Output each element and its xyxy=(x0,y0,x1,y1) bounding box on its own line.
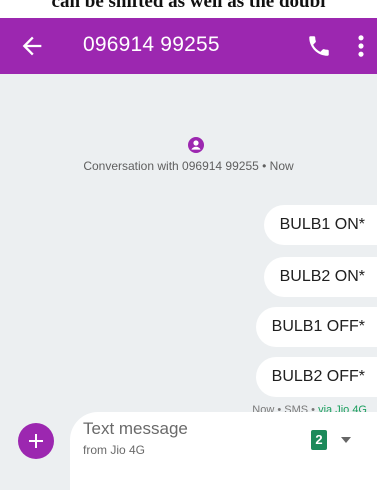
conversation-area[interactable]: Conversation with 096914 99255 • Now BUL… xyxy=(0,74,377,490)
top-caption-strip: can be shifted as well as the doubl xyxy=(0,0,377,18)
add-attachment-button[interactable] xyxy=(18,423,54,459)
sim-card-icon[interactable]: 2 xyxy=(311,430,327,450)
more-vert-icon[interactable] xyxy=(353,32,369,60)
phone-icon[interactable] xyxy=(306,33,332,59)
conversation-title: 096914 99255 xyxy=(83,33,220,56)
sim-source-label: from Jio 4G xyxy=(83,443,146,457)
message-bubble[interactable]: BULB1 ON* xyxy=(263,205,377,245)
caption-fragment: can be shifted as well as the doubl xyxy=(51,0,326,12)
arrow-left-icon[interactable] xyxy=(18,32,46,60)
compose-box[interactable]: from Jio 4G 2 xyxy=(70,412,377,490)
conversation-info: Conversation with 096914 99255 • Now xyxy=(83,159,294,173)
app-bar: 096914 99255 xyxy=(0,18,377,74)
plus-icon xyxy=(29,434,43,448)
message-bubble[interactable]: BULB2 OFF* xyxy=(255,357,377,397)
message-bubble[interactable]: BULB2 ON* xyxy=(263,257,377,297)
dropdown-arrow-icon[interactable] xyxy=(338,434,354,446)
contact-avatar-icon xyxy=(188,137,204,153)
message-bubble[interactable]: BULB1 OFF* xyxy=(255,307,377,347)
message-input[interactable] xyxy=(83,419,283,439)
